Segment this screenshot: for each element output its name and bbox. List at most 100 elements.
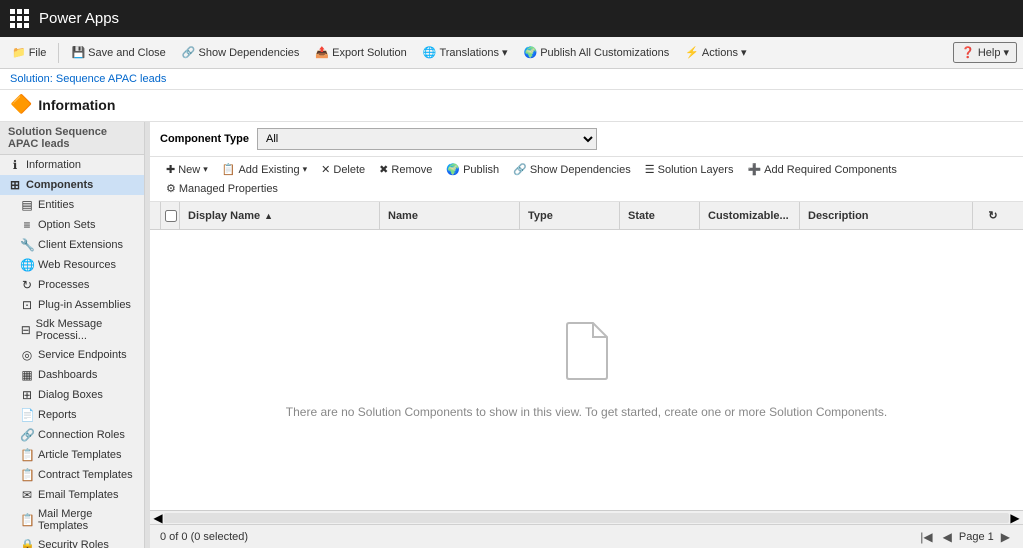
publish-icon: 🌍 [446,163,460,176]
refresh-icon[interactable]: ↻ [988,209,997,222]
main-layout: Solution: Sequence APAC leads 🔶 Informat… [0,69,1023,548]
col-actions[interactable]: ↻ [973,202,1013,229]
managed-properties-button[interactable]: ⚙ Managed Properties [160,180,284,197]
solution-layers-icon: ☰ [645,163,655,176]
component-type-select[interactable]: All [257,128,597,150]
help-dropdown-arrow: ▾ [1003,46,1009,59]
save-close-button[interactable]: 💾 Save and Close [65,44,171,61]
actions-dropdown-arrow: ▾ [741,46,747,59]
export-solution-button[interactable]: 📤 Export Solution [309,44,412,61]
plugin-icon: ⊡ [20,298,34,312]
show-dep-icon: 🔗 [513,163,527,176]
actions-button[interactable]: ⚡ Actions ▾ [679,44,752,61]
sidebar-item-processes[interactable]: ↻ Processes [0,275,144,295]
scroll-left-btn[interactable]: ◀ [152,513,164,523]
sidebar-item-entities[interactable]: ▤ Entities [0,195,144,215]
sidebar-item-components[interactable]: ⊞ Components [0,175,144,195]
add-existing-dropdown-arrow: ▾ [303,164,308,175]
sidebar-section-label: Solution Sequence APAC leads [0,122,144,155]
connection-roles-icon: 🔗 [20,428,34,442]
solution-layers-button[interactable]: ☰ Solution Layers [639,161,740,178]
entities-icon: ▤ [20,198,34,212]
sidebar-item-plug-in-assemblies[interactable]: ⊡ Plug-in Assemblies [0,295,144,315]
action-bar: ✚ New ▾ 📋 Add Existing ▾ ✕ Delete ✖ Remo… [150,157,1023,202]
select-all-checkbox-col [160,202,180,229]
horizontal-scrollbar[interactable]: ◀ ▶ [150,510,1023,524]
help-button[interactable]: ❓ Help ▾ [953,42,1017,63]
main-toolbar: 📁 File 💾 Save and Close 🔗 Show Dependenc… [0,37,1023,69]
toolbar-sep-1 [58,43,59,63]
empty-text: There are no Solution Components to show… [286,405,887,419]
next-page-button[interactable]: ▶ [998,530,1013,544]
sidebar-item-connection-roles[interactable]: 🔗 Connection Roles [0,425,144,445]
components-icon: ⊞ [8,178,22,192]
col-description[interactable]: Description [800,202,973,229]
add-existing-button[interactable]: 📋 Add Existing ▾ [216,161,313,178]
col-display-name[interactable]: Display Name ▲ [180,202,380,229]
scroll-track[interactable] [164,513,1009,523]
app-title: Power Apps [39,10,119,27]
sidebar-item-dialog-boxes[interactable]: ⊞ Dialog Boxes [0,385,144,405]
sidebar-item-mail-merge[interactable]: 📋 Mail Merge Templates [0,505,144,535]
select-all-checkbox[interactable] [165,210,177,222]
bottom-bar: 0 of 0 (0 selected) |◀ ◀ Page 1 ▶ [150,524,1023,548]
page-header: 🔶 Information [0,90,1023,122]
display-name-sort-arrow: ▲ [264,211,273,221]
sidebar-item-article-templates[interactable]: 📋 Article Templates [0,445,144,465]
show-dependencies-toolbar-button[interactable]: 🔗 Show Dependencies [176,44,306,61]
sidebar-item-sdk-message[interactable]: ⊟ Sdk Message Processi... [0,315,144,345]
translations-dropdown-arrow: ▾ [502,46,508,59]
app-grid-icon[interactable] [10,9,29,28]
sidebar-item-client-extensions[interactable]: 🔧 Client Extensions [0,235,144,255]
scroll-right-btn[interactable]: ▶ [1009,513,1021,523]
actions-icon: ⚡ [685,46,699,59]
remove-button[interactable]: ✖ Remove [373,161,438,178]
add-required-components-button[interactable]: ➕ Add Required Components [741,161,902,178]
sidebar: Solution Sequence APAC leads ℹ Informati… [0,122,145,548]
prev-page-button[interactable]: ◀ [940,530,955,544]
publish-button[interactable]: 🌍 Publish [440,161,505,178]
sidebar-item-web-resources[interactable]: 🌐 Web Resources [0,255,144,275]
pager: |◀ ◀ Page 1 ▶ [917,530,1013,544]
first-page-button[interactable]: |◀ [917,530,935,544]
info-header-icon: 🔶 [10,94,32,115]
translations-icon: 🌐 [423,46,437,59]
contract-templates-icon: 📋 [20,468,34,482]
save-icon: 💾 [71,46,85,59]
sidebar-item-security-roles[interactable]: 🔒 Security Roles [0,535,144,548]
breadcrumb-link[interactable]: Solution: Sequence APAC leads [10,73,166,85]
add-existing-icon: 📋 [222,163,236,176]
translations-button[interactable]: 🌐 Translations ▾ [417,44,514,61]
remove-icon: ✖ [379,163,388,176]
show-dependencies-button[interactable]: 🔗 Show Dependencies [507,161,637,178]
sidebar-item-information[interactable]: ℹ Information [0,155,144,175]
new-button[interactable]: ✚ New ▾ [160,161,214,178]
article-templates-icon: 📋 [20,448,34,462]
client-ext-icon: 🔧 [20,238,34,252]
publish-icon: 🌍 [523,46,537,59]
sdk-icon: ⊟ [20,323,32,337]
publish-all-button[interactable]: 🌍 Publish All Customizations [517,44,675,61]
component-type-bar: Component Type All [150,122,1023,157]
help-icon: ❓ [961,46,975,59]
file-icon: 📁 [12,46,26,59]
reports-icon: 📄 [20,408,34,422]
security-roles-icon: 🔒 [20,538,34,548]
new-dropdown-arrow: ▾ [203,164,208,175]
content-area: Solution Sequence APAC leads ℹ Informati… [0,122,1023,548]
col-type[interactable]: Type [520,202,620,229]
sidebar-item-service-endpoints[interactable]: ◎ Service Endpoints [0,345,144,365]
sidebar-item-option-sets[interactable]: ≡ Option Sets [0,215,144,235]
delete-button[interactable]: ✕ Delete [315,161,371,178]
col-state[interactable]: State [620,202,700,229]
file-button[interactable]: 📁 File [6,44,52,61]
sidebar-item-email-templates[interactable]: ✉ Email Templates [0,485,144,505]
sidebar-item-reports[interactable]: 📄 Reports [0,405,144,425]
col-name[interactable]: Name [380,202,520,229]
mail-merge-icon: 📋 [20,513,34,527]
top-bar: Power Apps [0,0,1023,37]
component-type-label: Component Type [160,133,249,145]
sidebar-item-dashboards[interactable]: ▦ Dashboards [0,365,144,385]
col-customizable[interactable]: Customizable... [700,202,800,229]
sidebar-item-contract-templates[interactable]: 📋 Contract Templates [0,465,144,485]
